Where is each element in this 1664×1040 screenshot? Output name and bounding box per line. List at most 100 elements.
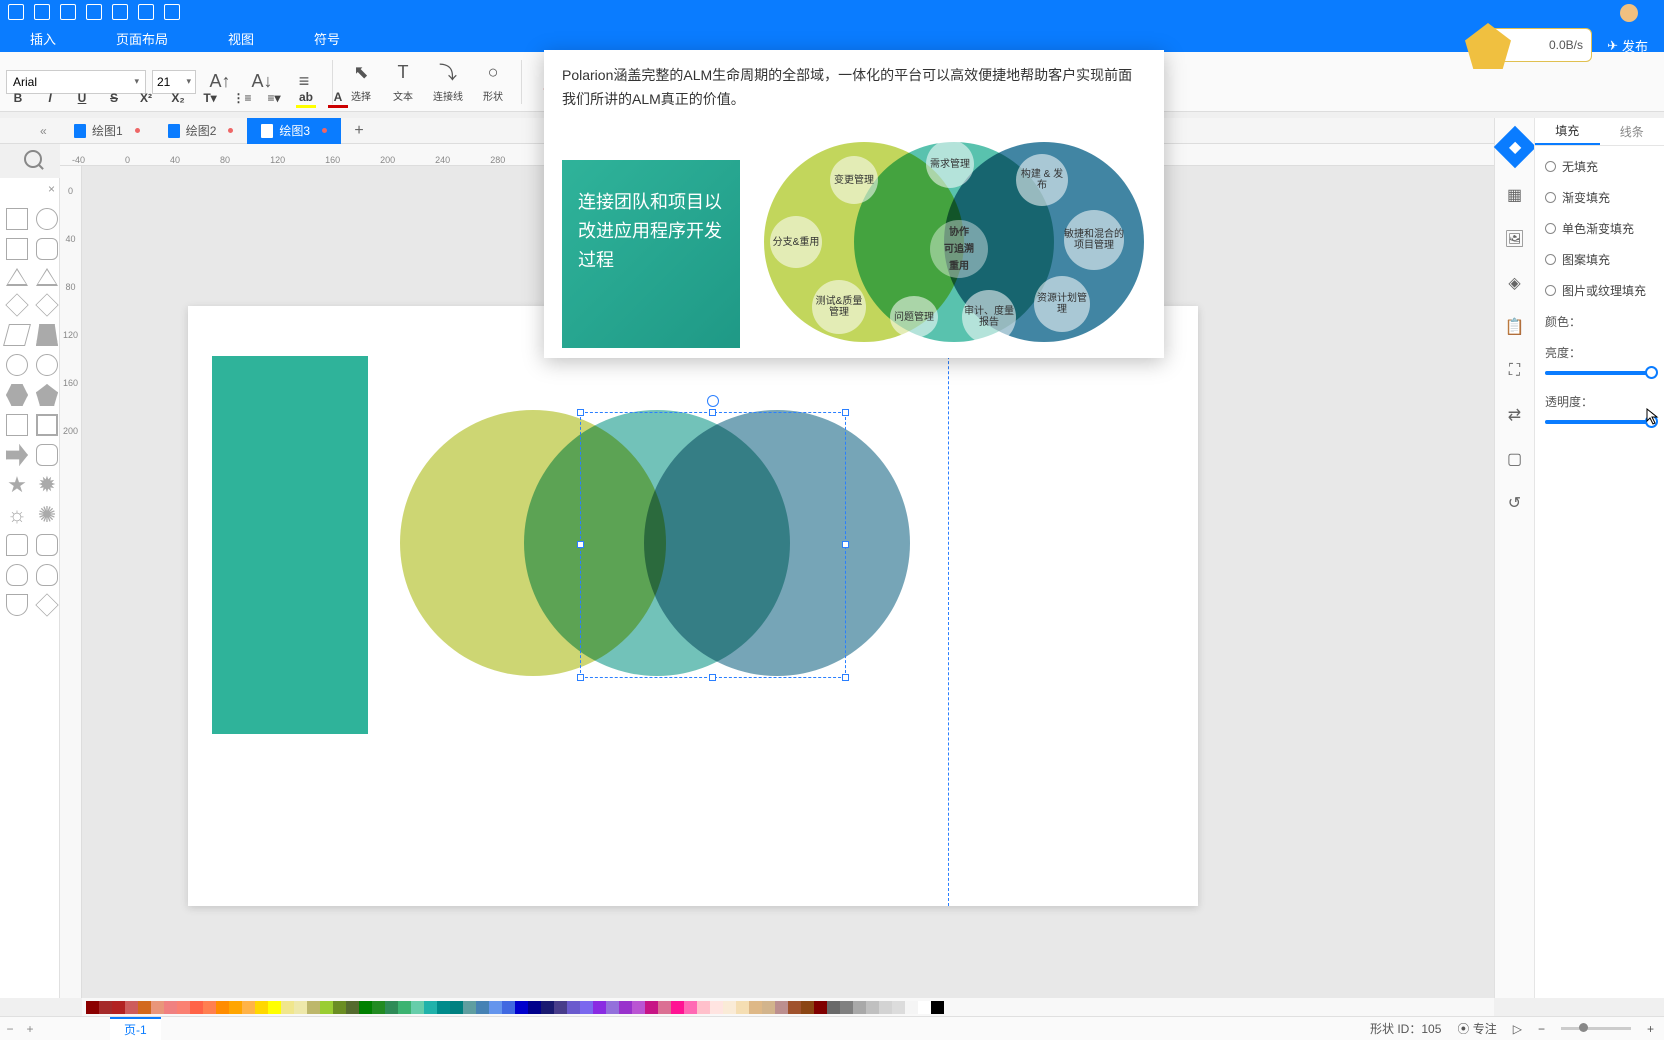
fontcolor-button[interactable]: A — [328, 88, 348, 108]
menu-pagelayout[interactable]: 页面布局 — [86, 29, 198, 48]
remove-page-button[interactable]: − — [0, 1022, 20, 1036]
color-swatch[interactable] — [866, 1001, 879, 1014]
shape-roundrect[interactable] — [36, 238, 58, 260]
color-swatch[interactable] — [684, 1001, 697, 1014]
shape-burst[interactable]: ✹ — [36, 474, 58, 496]
color-swatch[interactable] — [697, 1001, 710, 1014]
color-swatch[interactable] — [99, 1001, 112, 1014]
tab-drawing3[interactable]: 绘图3 — [247, 118, 341, 144]
color-swatch[interactable] — [151, 1001, 164, 1014]
collapse-tabs-icon[interactable]: « — [40, 124, 47, 138]
color-swatch[interactable] — [385, 1001, 398, 1014]
color-swatch[interactable] — [541, 1001, 554, 1014]
radio-gradient[interactable]: 渐变填充 — [1545, 189, 1654, 206]
play-button[interactable]: ▷ — [1513, 1022, 1522, 1036]
color-swatch[interactable] — [671, 1001, 684, 1014]
shape-rhombus[interactable] — [35, 593, 58, 616]
close-panel-icon[interactable]: × — [48, 182, 55, 196]
color-swatch[interactable] — [229, 1001, 242, 1014]
menu-insert[interactable]: 插入 — [0, 29, 86, 48]
color-swatch[interactable] — [827, 1001, 840, 1014]
shape-gear[interactable]: ✺ — [36, 504, 58, 526]
color-swatch[interactable] — [580, 1001, 593, 1014]
highlight-button[interactable]: ab — [296, 88, 316, 108]
color-swatch[interactable] — [112, 1001, 125, 1014]
menu-symbol[interactable]: 符号 — [284, 29, 370, 48]
color-swatch[interactable] — [86, 1001, 99, 1014]
color-swatch[interactable] — [216, 1001, 229, 1014]
shape-pent[interactable] — [36, 384, 58, 406]
color-swatch[interactable] — [476, 1001, 489, 1014]
user-avatar[interactable] — [1620, 4, 1638, 22]
add-tab-button[interactable]: + — [349, 121, 369, 141]
shape-square[interactable] — [6, 238, 28, 260]
publish-button[interactable]: ✈ 发布 — [1607, 36, 1648, 55]
bullets-button[interactable]: ≡▾ — [264, 88, 284, 108]
shape-pill[interactable] — [6, 354, 28, 376]
zoom-in-button[interactable]: + — [1647, 1022, 1654, 1036]
shape-rectangle-green[interactable] — [212, 356, 368, 734]
color-swatch[interactable] — [658, 1001, 671, 1014]
import-icon[interactable] — [164, 4, 180, 20]
color-swatch[interactable] — [177, 1001, 190, 1014]
apps-icon[interactable]: ▦ — [1504, 184, 1526, 206]
color-swatch[interactable] — [307, 1001, 320, 1014]
color-swatch[interactable] — [411, 1001, 424, 1014]
brightness-slider[interactable] — [1545, 371, 1654, 375]
shape-triangle2[interactable] — [36, 268, 58, 286]
shape-cloud[interactable] — [6, 564, 28, 586]
color-swatch[interactable] — [879, 1001, 892, 1014]
shape-star[interactable]: ★ — [6, 474, 28, 496]
color-swatch[interactable] — [567, 1001, 580, 1014]
color-swatch[interactable] — [632, 1001, 645, 1014]
shape-cube[interactable] — [36, 414, 58, 436]
color-swatch[interactable] — [255, 1001, 268, 1014]
opacity-slider[interactable] — [1545, 420, 1654, 424]
color-swatch[interactable] — [645, 1001, 658, 1014]
add-page-button[interactable]: + — [20, 1022, 40, 1036]
list-button[interactable]: ⋮≡ — [232, 88, 252, 108]
color-swatch[interactable] — [528, 1001, 541, 1014]
color-swatch[interactable] — [905, 1001, 918, 1014]
color-swatch[interactable] — [710, 1001, 723, 1014]
print-icon[interactable] — [112, 4, 128, 20]
shape-hex[interactable] — [6, 384, 28, 406]
italic-button[interactable]: I — [40, 88, 60, 108]
radio-pattern[interactable]: 图案填充 — [1545, 251, 1654, 268]
shape-shield[interactable] — [6, 594, 28, 616]
color-swatch[interactable] — [346, 1001, 359, 1014]
color-swatch[interactable] — [801, 1001, 814, 1014]
layers-icon[interactable]: ◈ — [1504, 272, 1526, 294]
clipboard-icon[interactable]: 📋 — [1504, 316, 1526, 338]
shape-para[interactable] — [3, 324, 31, 346]
color-swatch[interactable] — [606, 1001, 619, 1014]
color-swatch[interactable] — [593, 1001, 606, 1014]
new-icon[interactable] — [34, 4, 50, 20]
shape-diamond[interactable] — [5, 293, 28, 316]
color-swatch[interactable] — [554, 1001, 567, 1014]
color-swatch[interactable] — [814, 1001, 827, 1014]
shape-diamond2[interactable] — [35, 293, 58, 316]
color-swatch[interactable] — [424, 1001, 437, 1014]
radio-texture[interactable]: 图片或纹理填充 — [1545, 282, 1654, 299]
history-icon[interactable]: ↺ — [1504, 492, 1526, 514]
resize-icon[interactable]: ⛶ — [1504, 360, 1526, 382]
color-swatch[interactable] — [749, 1001, 762, 1014]
shape-triangle[interactable] — [6, 268, 28, 286]
open-icon[interactable] — [60, 4, 76, 20]
bold-button[interactable]: B — [8, 88, 28, 108]
color-swatch[interactable] — [723, 1001, 736, 1014]
color-swatch[interactable] — [489, 1001, 502, 1014]
color-swatch[interactable] — [437, 1001, 450, 1014]
color-swatch[interactable] — [450, 1001, 463, 1014]
color-swatch[interactable] — [359, 1001, 372, 1014]
radio-monograd[interactable]: 单色渐变填充 — [1545, 220, 1654, 237]
color-swatch[interactable] — [242, 1001, 255, 1014]
shape-rect[interactable] — [6, 208, 28, 230]
color-swatch[interactable] — [203, 1001, 216, 1014]
color-swatch[interactable] — [138, 1001, 151, 1014]
color-swatch[interactable] — [775, 1001, 788, 1014]
color-swatch[interactable] — [281, 1001, 294, 1014]
tool-connector[interactable]: ⤵连接线 — [427, 60, 469, 103]
color-swatch[interactable] — [333, 1001, 346, 1014]
